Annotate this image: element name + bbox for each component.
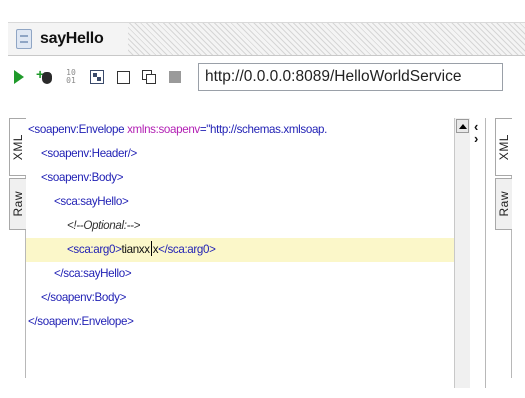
play-icon: [14, 70, 24, 84]
duplicate-view-button[interactable]: [138, 66, 160, 88]
add-wss-header-button[interactable]: +: [34, 66, 56, 88]
tab-xml-label: XML: [11, 133, 25, 161]
xml-token: xmlns:soapenv: [127, 123, 200, 136]
binary-attachment-button[interactable]: 10 01: [60, 66, 82, 88]
grid-view-button[interactable]: [86, 66, 108, 88]
xml-token: <!--Optional:-->: [67, 219, 141, 232]
request-title-bar: sayHello: [8, 22, 525, 56]
request-toolbar: + 10 01 http://0.0.0.0:8089/HelloWorldSe…: [8, 60, 525, 94]
panel-splitter[interactable]: ‹ ›: [472, 118, 486, 388]
xml-token: "http://schemas.xmlsoap.: [206, 123, 328, 136]
soap-request-icon: [16, 29, 32, 49]
text-caret: [150, 241, 152, 256]
xml-token: tianxx: [121, 243, 151, 256]
xml-token: </sca:arg0>: [158, 243, 216, 256]
square-icon: [116, 70, 130, 84]
response-tabs: XML Raw: [494, 118, 512, 378]
xml-token: </soapenv:Envelope>: [28, 315, 134, 328]
request-xml-editor[interactable]: <soapenv:Envelope xmlns:soapenv="http://…: [26, 118, 454, 398]
xml-line[interactable]: <soapenv:Body>: [26, 166, 454, 190]
endpoint-url-field[interactable]: http://0.0.0.0:8089/HelloWorldService: [198, 63, 503, 91]
tab-raw-label: Raw: [11, 191, 25, 217]
submit-request-button[interactable]: [8, 66, 30, 88]
editor-scrollbar[interactable]: [454, 118, 470, 388]
xml-line[interactable]: <sca:sayHello>: [26, 190, 454, 214]
response-tab-xml[interactable]: XML: [495, 118, 512, 176]
xml-token: <soapenv:Envelope: [28, 123, 128, 136]
response-tab-raw-label: Raw: [497, 191, 511, 217]
title-chip: sayHello: [8, 23, 128, 55]
duplicate-icon: [141, 69, 157, 85]
binary-icon: 10 01: [66, 68, 76, 85]
xml-token: </sca:sayHello>: [54, 267, 132, 280]
xml-token: <sca:arg0>: [67, 243, 122, 256]
xml-token: <soapenv:Header/>: [41, 147, 137, 160]
grid-icon: [90, 70, 104, 84]
add-wss-header-icon: +: [36, 66, 54, 86]
response-xml-editor[interactable]: [512, 118, 525, 398]
scroll-up-button[interactable]: [456, 119, 469, 133]
xml-line[interactable]: </soapenv:Body>: [26, 286, 454, 310]
window-title: sayHello: [40, 30, 104, 47]
expand-right-icon[interactable]: ›: [474, 132, 478, 145]
xml-token: <sca:sayHello>: [54, 195, 129, 208]
xml-line-current[interactable]: <sca:arg0>tianxx x</sca:arg0>: [26, 238, 454, 262]
response-tab-xml-label: XML: [497, 133, 511, 161]
xml-line[interactable]: </soapenv:Envelope>: [26, 310, 454, 334]
cancel-request-button[interactable]: [164, 66, 186, 88]
response-tab-raw[interactable]: Raw: [495, 178, 512, 230]
stop-icon: [169, 71, 181, 83]
request-tabs: XML Raw: [8, 118, 26, 378]
xml-line[interactable]: <soapenv:Header/>: [26, 142, 454, 166]
tab-xml[interactable]: XML: [9, 118, 26, 176]
xml-token: <soapenv:Body>: [41, 171, 124, 184]
tabs-view-button[interactable]: [112, 66, 134, 88]
tab-raw[interactable]: Raw: [9, 178, 26, 230]
xml-line[interactable]: </sca:sayHello>: [26, 262, 454, 286]
xml-token: </soapenv:Body>: [41, 291, 126, 304]
xml-line[interactable]: <!--Optional:-->: [26, 214, 454, 238]
xml-line[interactable]: <soapenv:Envelope xmlns:soapenv="http://…: [26, 118, 454, 142]
